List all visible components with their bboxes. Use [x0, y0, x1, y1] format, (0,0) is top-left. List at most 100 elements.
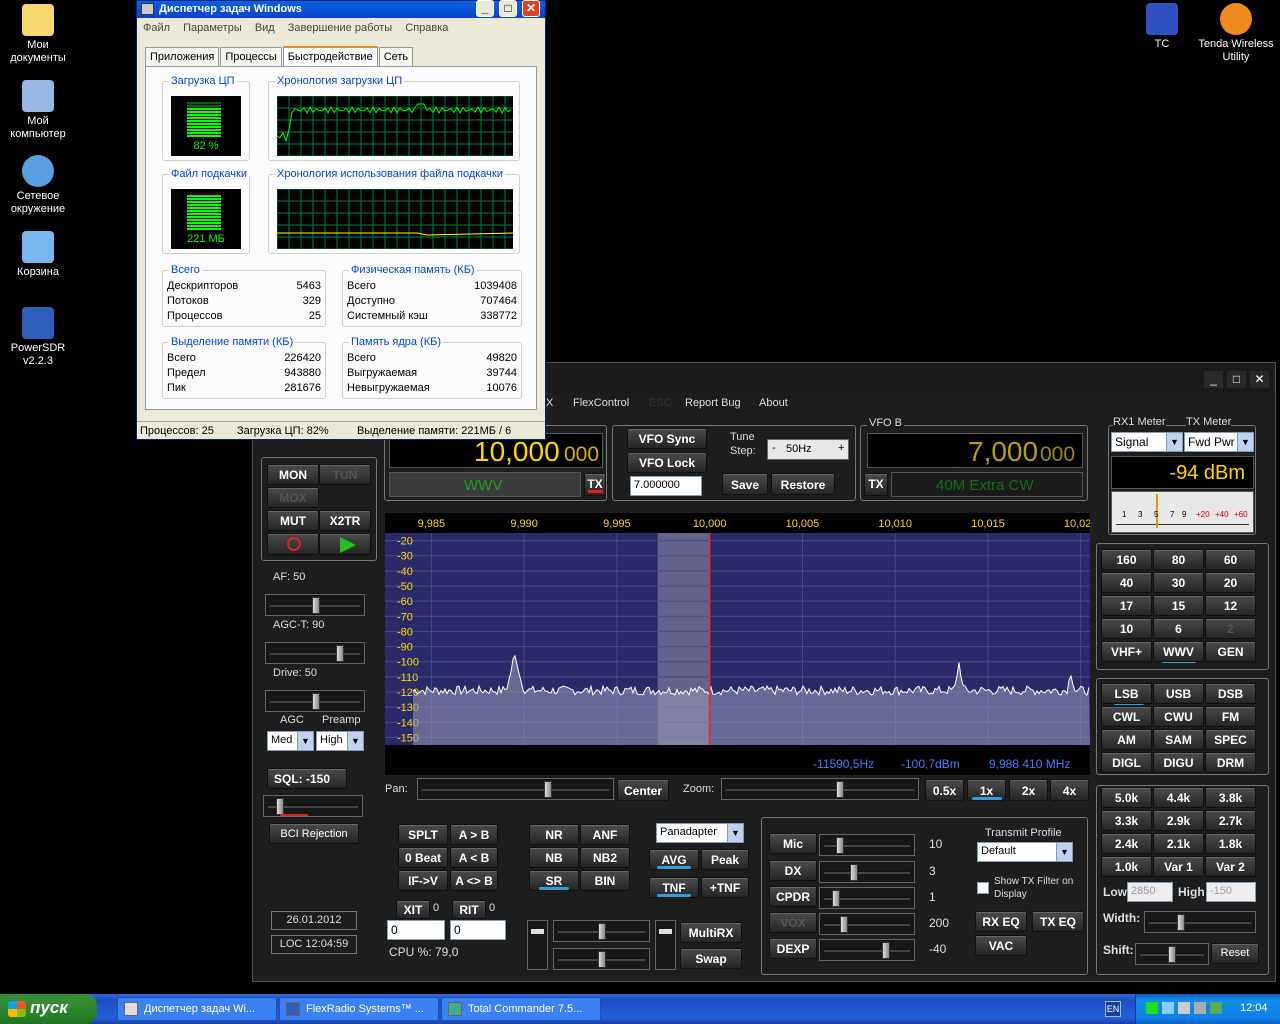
modes-button-drm[interactable]: DRM — [1205, 752, 1256, 773]
nb-button[interactable]: NB — [529, 847, 579, 868]
slider-thumb[interactable] — [598, 923, 606, 940]
rx-meter-select[interactable]: Signal ▼ — [1111, 432, 1183, 452]
tune-step-control[interactable]: - 50Hz + — [767, 439, 849, 460]
slider-thumb[interactable] — [336, 645, 344, 662]
bin-button[interactable]: BIN — [580, 870, 630, 891]
zoom-0-5x-button[interactable]: 0.5x — [925, 779, 964, 801]
taskbar-button-totalcmd[interactable]: Total Commander 7.5... — [441, 997, 601, 1021]
step-up-button[interactable]: + — [838, 442, 844, 454]
rx2-slider-vertical[interactable] — [655, 920, 676, 970]
slider-thumb[interactable] — [531, 929, 544, 934]
tab-performance[interactable]: Быстродействие — [282, 46, 378, 68]
dexp-button[interactable]: DEXP — [769, 938, 817, 959]
menu-view[interactable]: Вид — [255, 22, 275, 34]
peak-button[interactable]: Peak — [701, 849, 749, 870]
rit-button[interactable]: RIT — [452, 900, 486, 919]
modes-button-lsb[interactable]: LSB — [1101, 683, 1152, 704]
desktop-icon-tc[interactable]: TC — [1124, 3, 1200, 51]
filters-button-2-9k[interactable]: 2.9k — [1153, 810, 1204, 831]
drive-slider[interactable] — [265, 690, 365, 712]
rx-slider-1[interactable] — [553, 920, 650, 942]
bands-button-17[interactable]: 17 — [1101, 595, 1152, 616]
sql-slider[interactable] — [263, 795, 363, 817]
menu-help[interactable]: Справка — [405, 22, 448, 34]
xit-input[interactable]: 0 — [387, 920, 445, 940]
nr-button[interactable]: NR — [529, 824, 579, 845]
tab-applications[interactable]: Приложения — [145, 47, 220, 66]
dx-slider[interactable] — [819, 861, 915, 883]
zoom-2x-button[interactable]: 2x — [1009, 779, 1048, 801]
menu-file[interactable]: Файл — [143, 22, 170, 34]
menu-shutdown[interactable]: Завершение работы — [288, 22, 392, 34]
bands-button-40[interactable]: 40 — [1101, 572, 1152, 593]
rit-input[interactable]: 0 — [450, 920, 506, 940]
maximize-button[interactable]: □ — [1227, 371, 1246, 388]
modes-button-am[interactable]: AM — [1101, 729, 1152, 750]
bands-button-10[interactable]: 10 — [1101, 618, 1152, 639]
play-button[interactable] — [319, 533, 371, 555]
minimize-button[interactable]: _ — [1204, 371, 1223, 388]
slider-thumb[interactable] — [882, 942, 890, 959]
panadapter[interactable]: 9,985 9,990 9,995 10,000 10,005 10,010 10,015 1… — [385, 513, 1090, 775]
modes-button-cwl[interactable]: CWL — [1101, 706, 1152, 727]
xit-button[interactable]: XIT — [396, 900, 430, 919]
tray-icon-volume[interactable] — [1178, 1002, 1190, 1014]
low-input[interactable]: 2850 — [1127, 882, 1173, 902]
clock[interactable]: 12:04 — [1240, 1002, 1268, 1014]
filters-button-2-7k[interactable]: 2.7k — [1205, 810, 1256, 831]
filters-button-2-4k[interactable]: 2.4k — [1101, 833, 1152, 854]
pan-slider[interactable] — [417, 778, 614, 800]
bands-button-60[interactable]: 60 — [1205, 549, 1256, 570]
bci-rejection-button[interactable]: BCI Rejection — [269, 823, 359, 844]
menu-flexcontrol[interactable]: FlexControl — [573, 397, 629, 409]
slider-thumb[interactable] — [832, 890, 840, 907]
b-to-a-button[interactable]: A < B — [450, 847, 498, 868]
minimize-button[interactable]: _ — [476, 0, 494, 17]
multirx-button[interactable]: MultiRX — [680, 922, 742, 943]
filters-button-1-8k[interactable]: 1.8k — [1205, 833, 1256, 854]
mic-button[interactable]: Mic — [769, 833, 817, 854]
preamp-select[interactable]: High ▼ — [316, 731, 364, 751]
zero-beat-button[interactable]: 0 Beat — [398, 847, 448, 868]
bands-button-30[interactable]: 30 — [1153, 572, 1204, 593]
vac-button[interactable]: VAC — [975, 935, 1027, 956]
display-mode-select[interactable]: Panadapter ▼ — [656, 823, 744, 843]
vfo-b-tx-button[interactable]: TX — [864, 473, 888, 496]
anf-button[interactable]: ANF — [580, 824, 630, 845]
filters-button-4-4k[interactable]: 4.4k — [1153, 787, 1204, 808]
rx-slider-2[interactable] — [553, 948, 650, 970]
vfo-a-tx-button[interactable]: TX — [584, 473, 606, 496]
if-to-v-button[interactable]: IF->V — [398, 870, 448, 891]
bands-button-6[interactable]: 6 — [1153, 618, 1204, 639]
plus-tnf-button[interactable]: +TNF — [701, 877, 749, 898]
vfo-b-display[interactable]: 7,000 000 — [867, 433, 1083, 468]
volume-slider-vertical[interactable] — [527, 920, 548, 970]
slider-thumb[interactable] — [659, 929, 672, 934]
save-button[interactable]: Save — [722, 473, 768, 495]
slider-thumb[interactable] — [1177, 914, 1185, 931]
tab-network[interactable]: Сеть — [378, 47, 414, 66]
bands-button-15[interactable]: 15 — [1153, 595, 1204, 616]
slider-thumb[interactable] — [836, 837, 844, 854]
filters-button-3-8k[interactable]: 3.8k — [1205, 787, 1256, 808]
menu-about[interactable]: About — [759, 397, 788, 409]
tray-icon-network[interactable] — [1162, 1002, 1174, 1014]
filters-button-5-0k[interactable]: 5.0k — [1101, 787, 1152, 808]
modes-button-digl[interactable]: DIGL — [1101, 752, 1152, 773]
tx-eq-button[interactable]: TX EQ — [1032, 911, 1084, 932]
modes-button-fm[interactable]: FM — [1205, 706, 1256, 727]
record-button[interactable] — [267, 533, 319, 555]
menu-report-bug[interactable]: Report Bug — [685, 397, 741, 409]
slider-thumb[interactable] — [850, 864, 858, 881]
vox-slider[interactable] — [819, 913, 915, 935]
step-down-button[interactable]: - — [772, 442, 776, 454]
filters-button-2-1k[interactable]: 2.1k — [1153, 833, 1204, 854]
tx-meter-select[interactable]: Fwd Pwr ▼ — [1184, 432, 1254, 452]
filters-button-1-0k[interactable]: 1.0k — [1101, 856, 1152, 877]
cpdr-slider[interactable] — [819, 887, 915, 909]
zoom-4x-button[interactable]: 4x — [1050, 779, 1089, 801]
shift-slider[interactable] — [1135, 943, 1209, 965]
bands-button-160[interactable]: 160 — [1101, 549, 1152, 570]
mon-button[interactable]: MON — [267, 464, 319, 485]
sql-button[interactable]: SQL: -150 — [267, 768, 347, 789]
